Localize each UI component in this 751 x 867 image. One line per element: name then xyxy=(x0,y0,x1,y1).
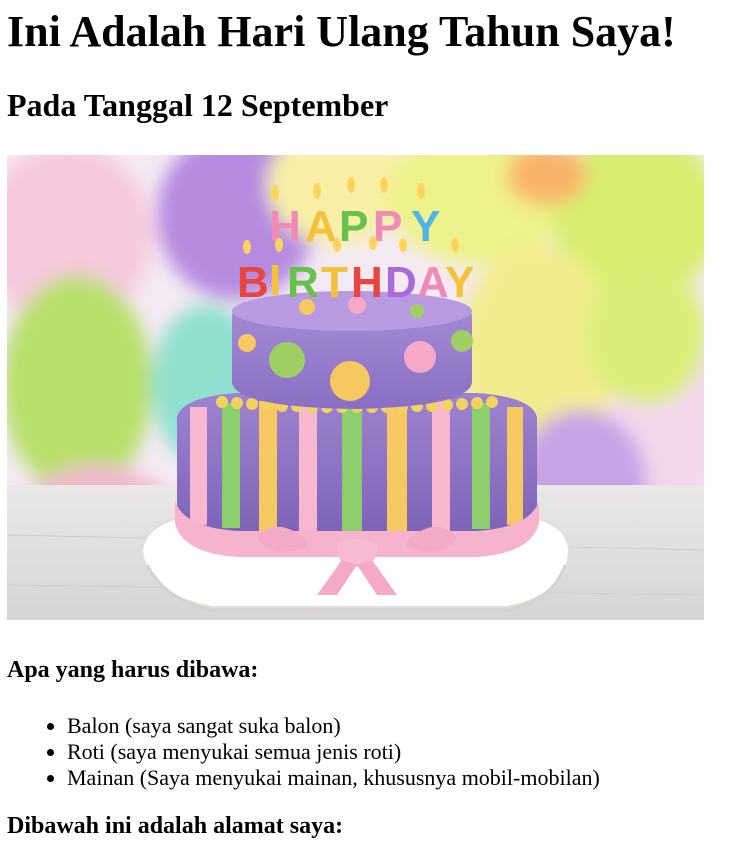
page-content: Ini Adalah Hari Ulang Tahun Saya! Pada T… xyxy=(0,0,751,841)
svg-text:P: P xyxy=(339,202,368,251)
birthday-date-heading: Pada Tanggal 12 September xyxy=(7,87,389,123)
bring-list-heading: Apa yang harus dibawa: xyxy=(7,657,259,683)
svg-text:A: A xyxy=(417,258,449,307)
svg-text:T: T xyxy=(321,258,348,307)
svg-text:H: H xyxy=(269,202,301,251)
svg-text:Y: Y xyxy=(445,258,474,307)
svg-text:I: I xyxy=(269,256,281,305)
svg-text:H: H xyxy=(351,258,383,307)
birthday-cake-image: B I R T H D A Y H A P P Y xyxy=(7,155,704,620)
list-item-balloons: Balon (saya sangat suka balon) xyxy=(67,713,744,739)
address-heading: Dibawah ini adalah alamat saya: xyxy=(7,813,344,839)
svg-text:D: D xyxy=(385,258,417,307)
svg-text:Y: Y xyxy=(411,202,440,251)
svg-text:B: B xyxy=(237,258,269,307)
list-item-bread: Roti (saya menyukai semua jenis roti) xyxy=(67,739,744,765)
bring-list: Balon (saya sangat suka balon) Roti (say… xyxy=(7,713,744,791)
page-title: Ini Adalah Hari Ulang Tahun Saya! xyxy=(7,7,676,56)
svg-text:R: R xyxy=(287,258,319,307)
list-item-toys: Mainan (Saya menyukai mainan, khususnya … xyxy=(67,765,744,791)
svg-text:P: P xyxy=(373,202,402,251)
svg-text:A: A xyxy=(305,202,337,251)
